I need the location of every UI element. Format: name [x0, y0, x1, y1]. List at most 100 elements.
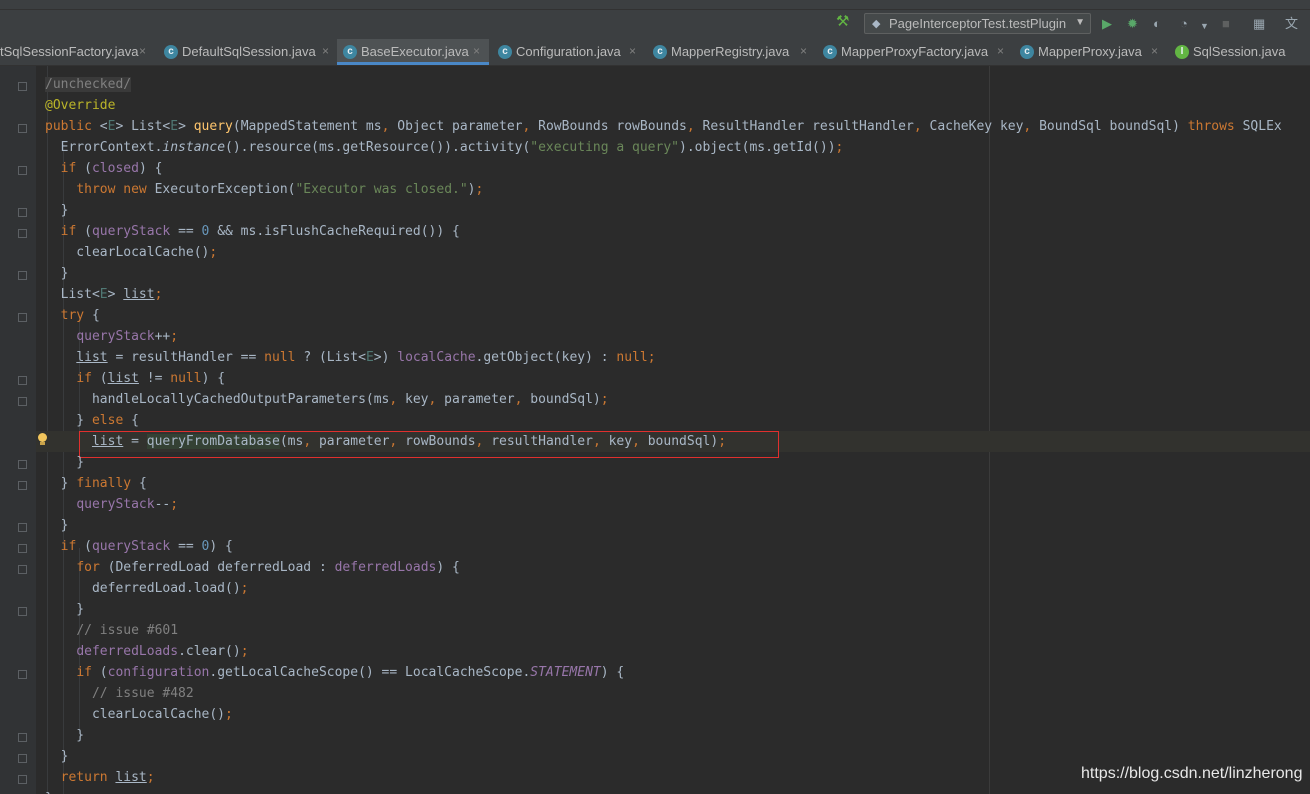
- translate-icon[interactable]: 文: [1285, 16, 1298, 32]
- tab-label: MapperRegistry.java: [671, 44, 790, 59]
- run-configuration-label: PageInterceptorTest.testPlugin: [889, 16, 1067, 31]
- tab-label: SqlSession.java: [1193, 44, 1286, 59]
- fold-marker-icon[interactable]: [18, 229, 27, 238]
- class-icon: c: [164, 45, 178, 59]
- close-icon[interactable]: ×: [1151, 44, 1158, 58]
- fold-marker-icon[interactable]: [18, 523, 27, 532]
- code-line: list = resultHandler == null ? (List<E>)…: [76, 350, 656, 365]
- tab-mapperproxyfactory[interactable]: c MapperProxyFactory.java ×: [823, 39, 1009, 65]
- tab-defaultsqlsession[interactable]: c DefaultSqlSession.java ×: [164, 39, 334, 65]
- code-line: }: [45, 788, 53, 794]
- code-line: throw new ExecutorException("Executor wa…: [76, 182, 484, 197]
- class-icon: c: [653, 45, 667, 59]
- editor-tabs: tSqlSessionFactory.java × c DefaultSqlSe…: [0, 39, 1310, 66]
- tab-baseexecutor[interactable]: c BaseExecutor.java ×: [337, 39, 489, 65]
- code-line: }: [45, 728, 85, 743]
- tab-sqlsessionfactory[interactable]: tSqlSessionFactory.java ×: [0, 39, 152, 65]
- fold-marker-icon[interactable]: [18, 670, 27, 679]
- close-icon[interactable]: ×: [322, 44, 329, 58]
- fold-marker-icon[interactable]: [18, 208, 27, 217]
- code-line: } finally {: [45, 476, 147, 491]
- fold-marker-icon[interactable]: [18, 124, 27, 133]
- editor-gutter: [0, 66, 36, 794]
- fold-marker-icon[interactable]: [18, 544, 27, 553]
- fold-marker-icon[interactable]: [18, 376, 27, 385]
- code-line: if (list != null) {: [76, 371, 226, 386]
- close-icon[interactable]: ×: [473, 44, 480, 58]
- run-icon[interactable]: ▶: [1102, 16, 1112, 32]
- code-line: clearLocalCache();: [45, 707, 233, 722]
- code-line: }: [45, 749, 69, 764]
- code-line: handleLocallyCachedOutputParameters(ms, …: [45, 392, 609, 407]
- code-line: }: [45, 602, 85, 617]
- lightbulb-icon[interactable]: [37, 433, 48, 446]
- code-line: // issue #601: [76, 623, 179, 638]
- code-line: ErrorContext.instance().resource(ms.getR…: [45, 140, 844, 155]
- code-line: queryStack++;: [76, 329, 179, 344]
- project-structure-icon[interactable]: ▦: [1253, 16, 1265, 32]
- code-line: deferredLoad.load();: [45, 581, 249, 596]
- right-margin-guide: [989, 66, 990, 794]
- class-icon: c: [1020, 45, 1034, 59]
- tab-label: tSqlSessionFactory.java: [0, 44, 139, 59]
- close-icon[interactable]: ×: [997, 44, 1004, 58]
- code-line: }: [45, 266, 69, 281]
- tab-label: MapperProxyFactory.java: [841, 44, 989, 59]
- watermark: https://blog.csdn.net/linzherong: [1081, 765, 1303, 782]
- code-line: } else {: [45, 413, 139, 428]
- code-line: // issue #482: [91, 686, 194, 701]
- class-icon: c: [343, 45, 357, 59]
- fold-marker-icon[interactable]: [18, 313, 27, 322]
- code-line: clearLocalCache();: [45, 245, 218, 260]
- title-bar-strip: [0, 0, 1310, 10]
- tab-configuration[interactable]: c Configuration.java ×: [498, 39, 643, 65]
- code-line: if (configuration.getLocalCacheScope() =…: [76, 665, 625, 680]
- code-line: }: [45, 203, 69, 218]
- fold-marker-icon[interactable]: [18, 481, 27, 490]
- tab-mapperregistry[interactable]: c MapperRegistry.java ×: [653, 39, 813, 65]
- fold-marker-icon[interactable]: [18, 166, 27, 175]
- code-line: if (closed) {: [60, 161, 163, 176]
- code-line: List<E> list;: [45, 287, 163, 302]
- code-line: for (DeferredLoad deferredLoad : deferre…: [76, 560, 460, 575]
- code-line: try {: [60, 308, 100, 323]
- code-editor[interactable]: /unchecked/ @Override public <E> List<E>…: [36, 66, 1310, 794]
- code-line: }: [45, 455, 85, 470]
- class-icon: c: [498, 45, 512, 59]
- debug-icon[interactable]: ✹: [1127, 16, 1138, 32]
- close-icon[interactable]: ×: [139, 44, 146, 58]
- code-line: if (queryStack == 0 && ms.isFlushCacheRe…: [60, 224, 460, 239]
- tab-label: Configuration.java: [516, 44, 621, 59]
- tab-label: BaseExecutor.java: [361, 44, 469, 59]
- coverage-icon[interactable]: ◐: [1153, 16, 1161, 32]
- close-icon[interactable]: ×: [800, 44, 807, 58]
- interface-icon: I: [1175, 45, 1189, 59]
- code-line: }: [45, 518, 69, 533]
- fold-marker-icon[interactable]: [18, 397, 27, 406]
- code-line: return list;: [60, 770, 155, 785]
- code-line: @Override: [45, 98, 116, 113]
- profile-dropdown-icon[interactable]: ▼: [1200, 18, 1209, 34]
- chevron-down-icon: ▼: [1075, 17, 1085, 28]
- fold-marker-icon[interactable]: [18, 460, 27, 469]
- fold-marker-icon[interactable]: [18, 775, 27, 784]
- fold-marker-icon[interactable]: [18, 565, 27, 574]
- fold-marker-icon[interactable]: [18, 82, 27, 91]
- junit-config-icon: ◆: [872, 18, 881, 30]
- tab-sqlsession[interactable]: I SqlSession.java: [1175, 39, 1310, 65]
- class-icon: c: [823, 45, 837, 59]
- profile-icon[interactable]: ◔: [1180, 16, 1188, 32]
- tab-mapperproxy[interactable]: c MapperProxy.java ×: [1020, 39, 1165, 65]
- code-line: if (queryStack == 0) {: [60, 539, 233, 554]
- run-configuration-selector[interactable]: ◆ PageInterceptorTest.testPlugin ▼: [864, 13, 1091, 34]
- close-icon[interactable]: ×: [629, 44, 636, 58]
- navigation-toolbar: ⚒ ◆ PageInterceptorTest.testPlugin ▼ ▶ ✹…: [0, 10, 1310, 39]
- fold-marker-icon[interactable]: [18, 607, 27, 616]
- code-line: /unchecked/: [45, 77, 132, 92]
- stop-icon[interactable]: ■: [1222, 16, 1230, 32]
- build-hammer-icon[interactable]: ⚒: [836, 14, 849, 30]
- code-line: public <E> List<E> query(MappedStatement…: [45, 119, 1282, 134]
- fold-marker-icon[interactable]: [18, 754, 27, 763]
- fold-marker-icon[interactable]: [18, 733, 27, 742]
- fold-marker-icon[interactable]: [18, 271, 27, 280]
